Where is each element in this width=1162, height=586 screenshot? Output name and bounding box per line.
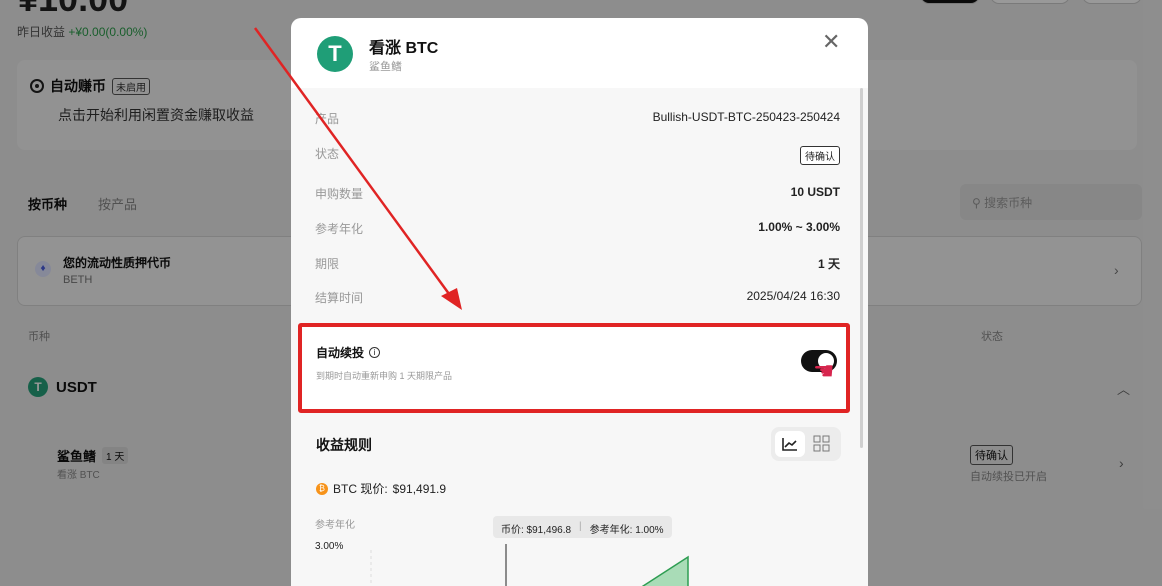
arrow-head xyxy=(441,288,462,310)
highlight-box xyxy=(298,323,850,413)
annotation-arrow xyxy=(253,27,462,310)
arrow-shaft xyxy=(253,27,454,299)
